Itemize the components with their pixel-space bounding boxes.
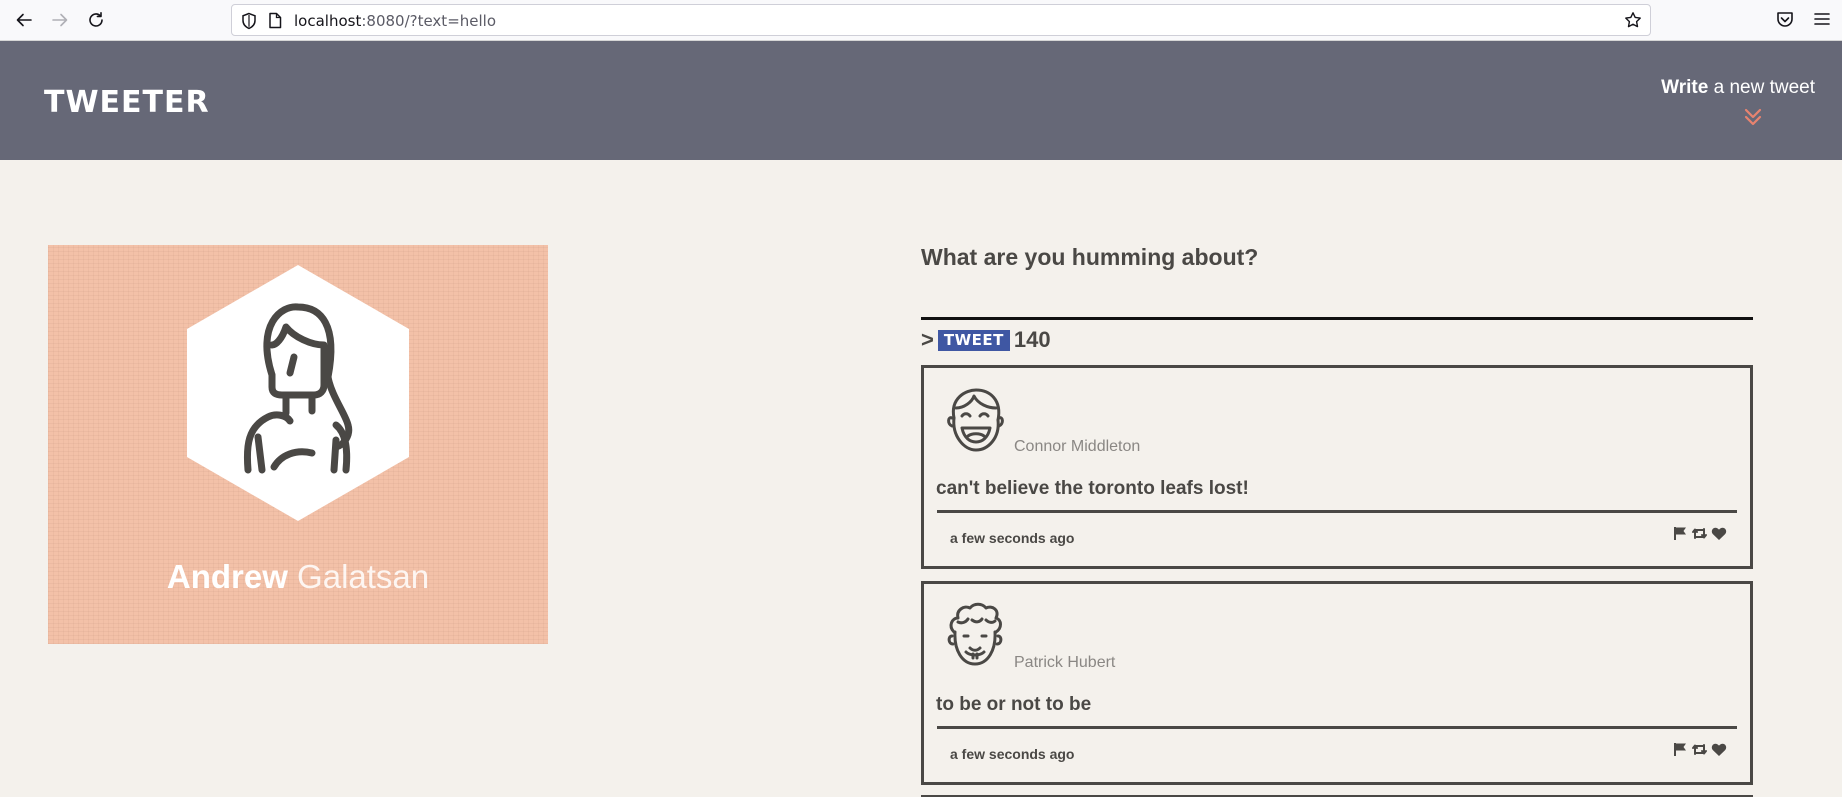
- bookmark-star-icon[interactable]: [1624, 11, 1642, 29]
- tweet-divider: [937, 726, 1737, 729]
- back-button[interactable]: [13, 9, 35, 31]
- tweet-timestamp: a few seconds ago: [950, 746, 1075, 762]
- tweet-textarea[interactable]: What are you humming about?: [921, 244, 1258, 270]
- write-new-tweet-label[interactable]: Write a new tweet: [1661, 77, 1815, 99]
- pocket-icon[interactable]: [1775, 10, 1795, 30]
- curly-hair-man-avatar-icon: [947, 602, 1003, 666]
- double-chevron-down-icon[interactable]: [1743, 107, 1763, 127]
- like-button[interactable]: [1711, 526, 1727, 541]
- reload-button[interactable]: [85, 9, 107, 31]
- tweet-author: Patrick Hubert: [1014, 654, 1116, 671]
- retweet-icon: [1692, 744, 1707, 755]
- url-path: :8080/?text=hello: [361, 12, 497, 30]
- hamburger-menu-icon[interactable]: [1813, 10, 1831, 28]
- profile-avatar: [187, 265, 409, 521]
- profile-name: Andrew Galatsan: [48, 558, 548, 596]
- flag-icon: [1674, 743, 1686, 756]
- profile-first-name: Andrew: [166, 558, 288, 595]
- tweet-actions: [1673, 742, 1727, 757]
- back-arrow-icon: [16, 13, 32, 27]
- write-new-tweet-toggle[interactable]: Write a new tweet: [1661, 77, 1815, 126]
- tweet-divider: [937, 510, 1737, 513]
- composer-controls: > TWEET 140: [921, 327, 1051, 353]
- flag-button[interactable]: [1673, 526, 1688, 541]
- address-bar[interactable]: localhost:8080/?text=hello: [231, 4, 1651, 36]
- forward-arrow-icon: [52, 13, 68, 27]
- write-label-bold: Write: [1661, 77, 1709, 98]
- reload-icon: [89, 12, 103, 27]
- laughing-man-avatar-icon: [947, 388, 1004, 452]
- tweet-text: can't believe the toronto leafs lost!: [936, 478, 1249, 499]
- url-host: localhost: [294, 12, 362, 30]
- url-text: localhost:8080/?text=hello: [294, 12, 496, 30]
- tweet-timestamp: a few seconds ago: [950, 530, 1075, 546]
- profile-last-name: Galatsan: [297, 558, 430, 595]
- write-label-rest: a new tweet: [1708, 77, 1815, 98]
- like-button[interactable]: [1711, 742, 1727, 757]
- retweet-icon: [1692, 528, 1707, 539]
- app-header: TWEETER Write a new tweet: [0, 41, 1842, 160]
- forward-button[interactable]: [49, 9, 71, 31]
- site-logo[interactable]: TWEETER: [44, 85, 210, 120]
- tweet-card: Connor Middleton can't believe the toron…: [921, 365, 1753, 569]
- prompt-marker: >: [921, 327, 934, 352]
- new-tweet-form: What are you humming about? > TWEET 140: [921, 244, 1753, 352]
- flag-button[interactable]: [1673, 742, 1688, 757]
- profile-card: Andrew Galatsan: [48, 245, 548, 644]
- tweet-actions: [1673, 526, 1727, 541]
- page-info-icon[interactable]: [268, 12, 282, 29]
- tweet-author: Connor Middleton: [1014, 438, 1141, 455]
- character-counter: 140: [1013, 327, 1051, 352]
- tweet-submit-button[interactable]: TWEET: [937, 329, 1010, 351]
- heart-icon: [1711, 527, 1727, 540]
- retweet-button[interactable]: [1691, 526, 1708, 541]
- tweet-text: to be or not to be: [936, 694, 1092, 715]
- flag-icon: [1674, 527, 1686, 540]
- shield-icon[interactable]: [241, 12, 257, 30]
- textarea-underline: [921, 317, 1753, 320]
- tweet-card: Patrick Hubert to be or not to be a few …: [921, 581, 1753, 785]
- retweet-button[interactable]: [1691, 742, 1708, 757]
- heart-icon: [1711, 743, 1727, 756]
- browser-toolbar: localhost:8080/?text=hello: [0, 0, 1842, 41]
